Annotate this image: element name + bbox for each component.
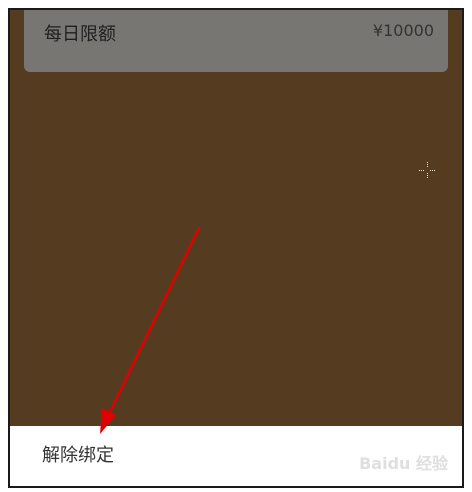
phone-screen: 每日限额 ¥10000 解除绑定 Baidu 经验 [10,10,462,486]
daily-limit-label: 每日限额 [44,24,116,45]
crosshair-cursor-icon [419,162,436,179]
unbind-button[interactable]: 解除绑定 [32,426,126,486]
action-sheet: 解除绑定 Baidu 经验 [10,426,462,486]
daily-limit-row: 每日限额 ¥10000 [24,10,448,72]
annotation-arrow [100,226,201,434]
daily-limit-value: ¥10000 [372,21,434,40]
watermark-logo: Baidu 经验 [359,454,448,473]
